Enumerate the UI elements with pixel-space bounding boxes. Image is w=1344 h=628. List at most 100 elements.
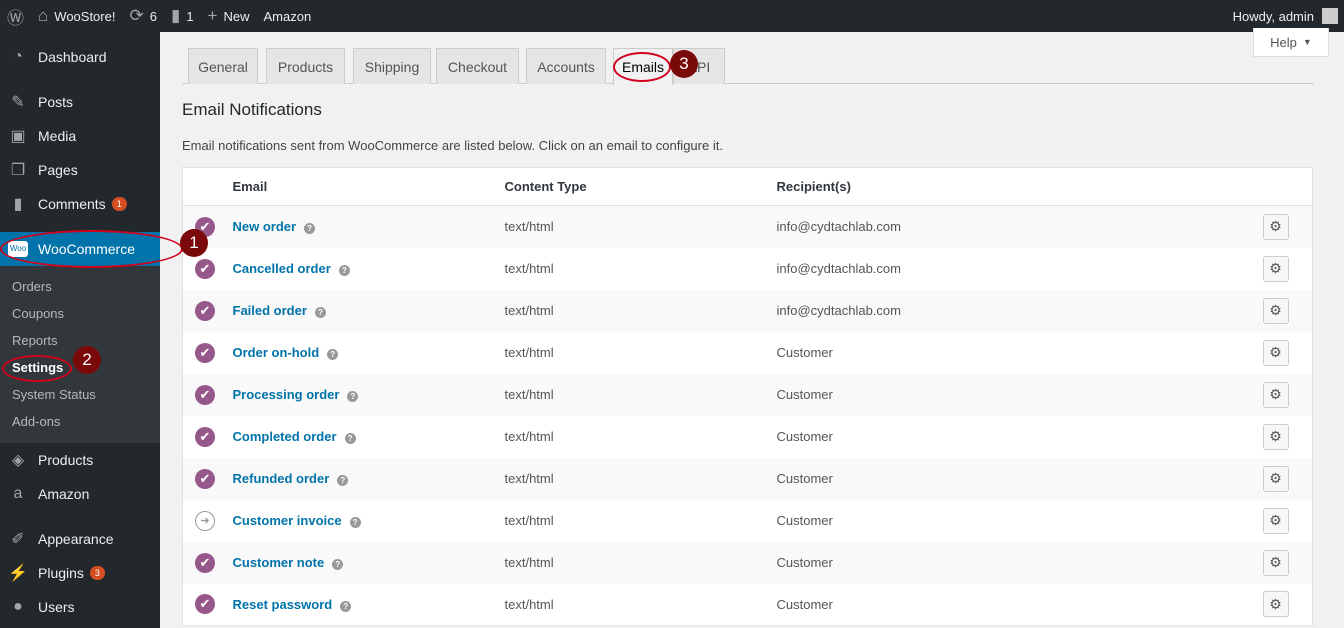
table-row: ➜ Customer invoice? text/html Customer ⚙ (183, 500, 1313, 542)
tab-products[interactable]: Products (266, 48, 345, 84)
recipient: Customer (776, 345, 833, 360)
manual-arrow-icon: ➜ (195, 510, 215, 531)
recipient: Customer (776, 457, 1263, 500)
new-link[interactable]: + New (201, 0, 257, 32)
comments-link[interactable]: ▮ 1 (164, 0, 201, 32)
submenu-system-status[interactable]: System Status (12, 387, 96, 402)
email-link[interactable]: Processing order (233, 387, 340, 402)
amazon-link[interactable]: Amazon (257, 0, 319, 32)
sidebar-item-users[interactable]: ● Users (0, 590, 160, 624)
caret-down-icon: ▼ (1302, 37, 1312, 47)
configure-gear-button[interactable]: ⚙ (1262, 507, 1289, 534)
email-link[interactable]: Refunded order (233, 471, 330, 486)
admin-bar: Ⓦ ⌂ WooStore! ⟳ 6 ▮ 1 + New Amazon Howdy, ad… (0, 0, 1344, 32)
sidebar-item-dashboard[interactable]: ◔ Dashboard (0, 40, 160, 74)
help-tip-icon[interactable]: ? (338, 265, 350, 276)
configure-gear-button[interactable]: ⚙ (1262, 423, 1289, 450)
configure-gear-button[interactable]: ⚙ (1262, 297, 1289, 324)
email-link[interactable]: Customer invoice (233, 513, 342, 528)
updates-icon: ⟳ (129, 6, 144, 25)
sidebar-item-pages[interactable]: ❐ Pages (0, 153, 160, 187)
tab-accounts[interactable]: Accounts (526, 48, 606, 84)
comment-icon: ▮ (13, 196, 23, 213)
brush-icon: ✐ (11, 531, 25, 548)
help-tip-icon[interactable]: ? (332, 559, 344, 570)
configure-gear-button[interactable]: ⚙ (1262, 381, 1289, 408)
sidebar-item-appearance[interactable]: ✐ Appearance (0, 522, 160, 556)
account-menu[interactable]: Howdy, admin (1233, 8, 1344, 24)
header-content-type: Content Type (504, 167, 777, 206)
avatar (1322, 8, 1338, 24)
configure-gear-button[interactable]: ⚙ (1262, 213, 1289, 240)
tab-shipping[interactable]: Shipping (353, 48, 431, 84)
content-type: text/html (504, 205, 777, 248)
enabled-check-icon: ✔ (195, 300, 215, 321)
enabled-check-icon: ✔ (195, 258, 215, 279)
submenu-reports[interactable]: Reports (12, 333, 58, 348)
help-tip-icon[interactable]: ? (327, 349, 339, 360)
table-row: ✔ Customer note? text/html Customer ⚙ (182, 541, 1313, 584)
wordpress-logo-icon[interactable]: Ⓦ (0, 0, 31, 32)
enabled-check-icon: ✔ (195, 426, 215, 447)
media-icon: ▣ (10, 128, 26, 145)
configure-gear-button[interactable]: ⚙ (1262, 339, 1289, 366)
plugin-icon: ⚡ (8, 565, 28, 582)
updates-link[interactable]: ⟳ 6 (122, 0, 163, 32)
table-row: ✔ Cancelled order? text/html info@cydtac… (183, 248, 1313, 290)
enabled-check-icon: ✔ (195, 342, 215, 363)
tab-checkout[interactable]: Checkout (436, 48, 519, 84)
email-link[interactable]: Reset password (233, 597, 333, 612)
email-link[interactable]: New order (233, 219, 297, 234)
sidebar-item-plugins[interactable]: ⚡ Plugins 3 (0, 556, 160, 590)
annotation-ellipse-emails (613, 52, 671, 82)
recipient: info@cydtachlab.com (776, 205, 1263, 248)
email-link[interactable]: Order on-hold (233, 345, 320, 360)
content-type: text/html (504, 541, 777, 584)
content-type: text/html (504, 289, 777, 332)
email-link[interactable]: Completed order (233, 429, 337, 444)
content-type: text/html (504, 373, 777, 416)
site-link[interactable]: ⌂ WooStore! (31, 0, 122, 32)
table-row: ✔ Completed order? text/html Customer ⚙ (183, 416, 1313, 458)
configure-gear-button[interactable]: ⚙ (1262, 255, 1289, 282)
content-type: text/html (504, 457, 777, 500)
home-icon: ⌂ (38, 6, 49, 25)
sidebar-item-amazon[interactable]: a Amazon (0, 477, 160, 511)
configure-gear-button[interactable]: ⚙ (1262, 591, 1289, 618)
sidebar-item-media[interactable]: ▣ Media (0, 119, 160, 153)
submenu-coupons[interactable]: Coupons (12, 306, 64, 321)
sidebar-item-comments[interactable]: ▮ Comments 1 (0, 187, 160, 221)
annotation-ellipse-settings (2, 355, 72, 382)
page-title: Email Notifications (182, 100, 322, 119)
recipient: Customer (776, 541, 1263, 584)
email-link[interactable]: Failed order (233, 303, 307, 318)
help-tip-icon[interactable]: ? (349, 517, 361, 528)
comment-icon: ▮ (170, 6, 181, 25)
submenu-orders[interactable]: Orders (12, 279, 52, 294)
sidebar-item-products[interactable]: ◈ Products (0, 443, 160, 477)
help-tip-icon[interactable]: ? (347, 391, 359, 402)
help-tip-icon[interactable]: ? (314, 307, 326, 318)
tab-general[interactable]: General (188, 48, 258, 84)
submenu-add-ons[interactable]: Add-ons (12, 414, 60, 429)
help-tip-icon[interactable]: ? (304, 223, 316, 235)
configure-gear-button[interactable]: ⚙ (1262, 549, 1289, 576)
table-row: ✔ Order on-hold? text/html Customer ⚙ (183, 332, 1313, 374)
plugins-badge: 3 (89, 566, 105, 580)
sidebar-item-posts[interactable]: ✎ Posts (0, 85, 160, 119)
content-type: text/html (504, 261, 554, 276)
help-tip-icon[interactable]: ? (340, 600, 352, 612)
table-row: ✔ New order? text/html info@cydtachlab.c… (182, 205, 1313, 248)
annotation-step-3: 3 (670, 50, 698, 78)
configure-gear-button[interactable]: ⚙ (1262, 465, 1289, 492)
help-tip-icon[interactable]: ? (344, 433, 356, 444)
help-tip-icon[interactable]: ? (337, 475, 349, 486)
enabled-check-icon: ✔ (195, 384, 215, 405)
box-icon: ◈ (11, 452, 25, 469)
amazon-icon: a (13, 485, 23, 502)
email-link[interactable]: Customer note (233, 555, 325, 570)
table-row: ✔ Refunded order? text/html Customer ⚙ (182, 457, 1313, 500)
email-link[interactable]: Cancelled order (233, 261, 331, 276)
content-type: text/html (504, 429, 554, 444)
comments-badge: 1 (111, 197, 127, 211)
